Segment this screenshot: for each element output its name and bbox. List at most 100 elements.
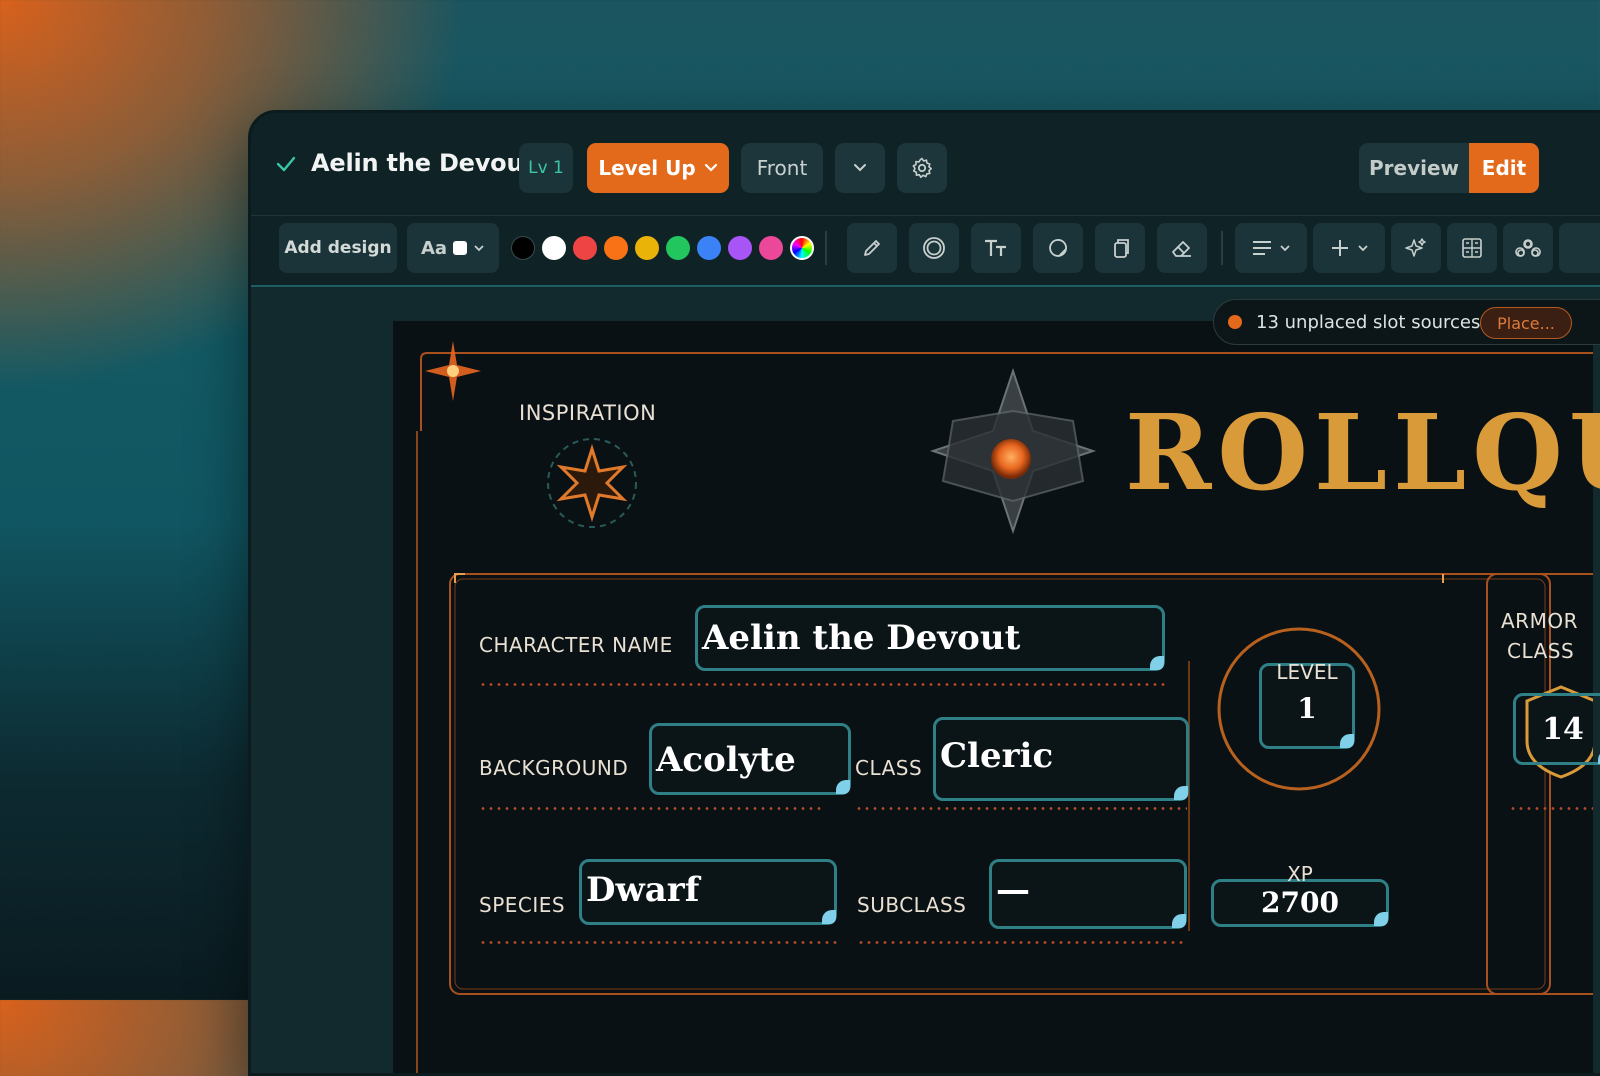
chevron-down-icon [1358,245,1368,252]
dotted-rule [1509,807,1593,810]
copy-icon [1114,239,1129,258]
character-name-label: CHARACTER NAME [479,633,673,657]
xp-label: XP [1287,862,1313,886]
edit-button[interactable]: Edit [1469,143,1539,193]
level-label: LEVEL [1276,660,1338,684]
subclass-value: — [996,870,1030,910]
swatch-blue[interactable] [697,236,721,260]
background-field[interactable]: Acolyte [649,723,851,795]
font-color-swatch [453,241,468,255]
pencil-icon [864,240,880,256]
level-badge: Lv 1 [519,143,573,193]
eraser-tool-button[interactable] [1157,223,1207,273]
more-tools-button[interactable] [1559,223,1600,273]
swatch-yellow[interactable] [635,236,659,260]
shapes-icon [1515,239,1541,257]
notice-text: 13 unplaced slot sources [1256,311,1481,333]
armor-class-label-line1: ARMOR [1501,609,1578,633]
warning-dot-icon [1228,315,1242,329]
font-label: Aa [420,237,448,259]
circle-frame-button[interactable] [909,223,959,273]
armor-class-field[interactable]: 14 [1513,693,1600,765]
unplaced-sources-notice: 13 unplaced slot sources Place... [1213,299,1600,345]
align-left-icon [1253,241,1271,255]
title-bar: Aelin the Devout Lv 1 Level Up Front Pre… [251,113,1600,215]
swatch-green[interactable] [666,236,690,260]
plus-icon [1332,240,1348,256]
dotted-rule [479,683,1165,686]
pen-tool-button[interactable] [847,223,897,273]
background-label: BACKGROUND [479,756,629,780]
character-sheet[interactable]: INSPIRATION ROLLQU CHARACTER NAME Aelin … [393,321,1600,1073]
class-value: Cleric [940,736,1054,776]
armor-class-value: 14 [1542,712,1584,747]
character-name-value: Aelin the Devout [702,618,1021,658]
toolbar-separator [1221,231,1223,265]
chevron-down-icon [704,163,717,172]
place-sources-button[interactable]: Place... [1480,307,1572,339]
preview-button[interactable]: Preview [1359,143,1469,193]
resize-handle[interactable] [822,910,836,924]
swatch-purple[interactable] [728,236,752,260]
shapes-button[interactable] [1503,223,1553,273]
chevron-down-icon [474,245,484,252]
grid-layout-button[interactable] [1447,223,1497,273]
brand-title: ROLLQU [1125,391,1600,514]
species-label: SPECIES [479,893,566,917]
species-value: Dwarf [586,870,700,910]
dotted-rule [857,941,1187,944]
duplicate-button[interactable] [1095,223,1145,273]
species-field[interactable]: Dwarf [579,859,837,925]
mode-toggle: Preview Edit [1359,143,1539,193]
resize-handle[interactable] [836,780,850,794]
eraser-icon [1172,241,1191,257]
swatch-pink[interactable] [759,236,783,260]
background-value: Acolyte [656,740,796,780]
ai-magic-button[interactable] [1391,223,1441,273]
armor-class-label-line2: CLASS [1507,639,1575,663]
editor-window: Aelin the Devout Lv 1 Level Up Front Pre… [248,110,1600,1076]
swatch-orange[interactable] [604,236,628,260]
level-value: 1 [1297,692,1317,725]
add-design-button[interactable]: Add design [279,223,397,273]
swatch-custom-color[interactable] [790,236,814,260]
add-element-button[interactable] [1313,223,1385,273]
side-select-button[interactable]: Front [741,143,823,193]
resize-handle[interactable] [1340,734,1354,748]
level-field[interactable]: LEVEL 1 [1259,660,1355,749]
ring-icon [923,237,945,259]
text-tool-button[interactable] [971,223,1021,273]
toolbar-separator [825,231,827,265]
xp-field[interactable]: XP 2700 [1211,862,1389,927]
settings-button[interactable] [897,143,947,193]
chevron-down-icon [1280,245,1290,252]
swatch-black[interactable] [511,236,535,260]
saved-check-icon [276,156,296,172]
inspiration-label: INSPIRATION [519,401,657,425]
grid-icon [1462,238,1482,258]
subclass-label: SUBCLASS [857,893,967,917]
chevron-down-icon [854,164,866,172]
xp-value: 2700 [1261,886,1339,919]
level-up-button[interactable]: Level Up [587,143,729,193]
gear-icon [912,157,932,179]
dotted-rule [479,807,825,810]
font-picker-button[interactable]: Aa [407,223,499,273]
subclass-field[interactable]: — [989,859,1187,929]
resize-handle[interactable] [1174,786,1188,800]
swatch-white[interactable] [542,236,566,260]
document-title[interactable]: Aelin the Devout [311,149,535,177]
character-name-field[interactable]: Aelin the Devout [695,605,1165,671]
text-size-icon [985,239,1006,256]
align-button[interactable] [1235,223,1307,273]
sticker-icon [1049,239,1067,257]
swatch-red[interactable] [573,236,597,260]
resize-handle[interactable] [1172,914,1186,928]
sparkle-icon [1405,238,1426,257]
resize-handle[interactable] [1150,656,1164,670]
more-options-button[interactable] [835,143,885,193]
resize-handle[interactable] [1374,912,1388,926]
class-field[interactable]: Cleric [933,717,1189,801]
sticker-tool-button[interactable] [1033,223,1083,273]
class-label: CLASS [855,756,923,780]
